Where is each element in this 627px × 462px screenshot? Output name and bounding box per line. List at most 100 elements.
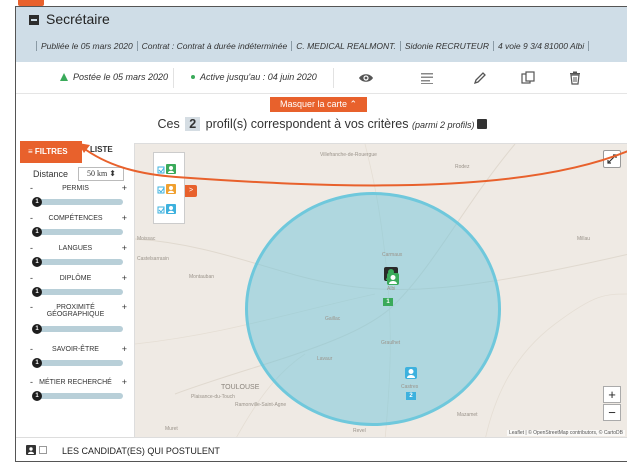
filter-slider-handle[interactable]: 1 (32, 227, 42, 237)
collapse-icon[interactable] (29, 15, 39, 25)
divider (333, 68, 334, 88)
active-until: Active jusqu'au : 04 juin 2020 (191, 72, 317, 82)
map-place: Albi (387, 286, 396, 292)
filter-slider-handle[interactable]: 1 (32, 287, 42, 297)
zoom-in-button[interactable]: + (603, 386, 621, 403)
action-row: Postée le 05 mars 2020 Active jusqu'au :… (16, 62, 627, 94)
map-place: Castres (401, 384, 419, 390)
filter-label: DIPLÔME (59, 275, 92, 282)
map-place: Millau (577, 236, 591, 242)
meta-company: C. MEDICAL REALMONT. (292, 41, 401, 51)
filter-slider-track[interactable] (34, 289, 123, 295)
map-place: Revel (353, 428, 366, 434)
filter-label: COMPÉTENCES (48, 215, 103, 222)
filter-tabs: ≡ FILTRES LISTE (20, 141, 131, 163)
map-place: Moissac (137, 236, 156, 242)
filter-label: PROXIMITÉ GÉOGRAPHIQUE (46, 304, 105, 318)
pin-badge: 1 (383, 298, 393, 306)
map-place: Mazamet (457, 412, 478, 418)
filter-slider-handle[interactable]: 1 (32, 391, 42, 401)
filter-slider-track[interactable] (34, 229, 123, 235)
candidates-checkbox[interactable] (39, 446, 47, 454)
posted-text: Postée le 05 mars 2020 (73, 72, 169, 82)
filter-plus[interactable]: + (122, 273, 127, 283)
filter-slider-track[interactable] (34, 360, 123, 366)
filter-plus[interactable]: + (122, 243, 127, 253)
pencil-icon[interactable] (472, 70, 488, 86)
map-place: Muret (165, 426, 178, 432)
meta-published: Publiée le 05 mars 2020 (36, 41, 138, 51)
filter-slider-track[interactable] (34, 393, 123, 399)
map-legend (153, 152, 185, 224)
filter-slider-handle[interactable]: 1 (32, 324, 42, 334)
meta-address: 4 voie 9 3/4 81000 Albi (493, 41, 590, 51)
posted-date: Postée le 05 mars 2020 (60, 72, 168, 82)
results-prefix: Ces (157, 117, 180, 131)
map-attribution[interactable]: Leaflet | © OpenStreetMap contributors, … (507, 430, 625, 436)
fullscreen-button[interactable] (603, 150, 621, 168)
map-place: Lavaur (317, 356, 333, 362)
list-icon[interactable] (419, 70, 435, 86)
map-place: Plaisance-du-Touch (191, 394, 235, 400)
id-card-icon (476, 119, 487, 129)
map-place: Montauban (189, 274, 215, 280)
results-count: 2 (185, 117, 201, 131)
filter-slider-track[interactable] (34, 326, 123, 332)
map-place: Graulhet (381, 340, 401, 346)
legend-toggle-button[interactable]: > (185, 185, 197, 197)
map-place: Rodez (455, 164, 470, 170)
job-title-text: Secrétaire (46, 11, 110, 27)
id-card-icon (26, 445, 36, 455)
eye-icon[interactable] (358, 70, 374, 86)
trash-icon[interactable] (567, 70, 583, 86)
filter-slider-track[interactable] (34, 199, 123, 205)
filter-plus[interactable]: + (122, 183, 127, 193)
zoom-out-button[interactable]: − (603, 404, 621, 421)
map-place: Carmaux (382, 252, 403, 258)
meta-contract: Contrat : Contrat à durée indéterminée (137, 41, 293, 51)
search-radius (245, 192, 501, 426)
filter-slider-handle[interactable]: 1 (32, 358, 42, 368)
distance-select[interactable]: 50 km ⬍ (78, 167, 124, 181)
pin-badge: 2 (406, 392, 416, 400)
results-subtext: (parmi 2 profils) (411, 120, 475, 130)
job-header: Secrétaire Publiée le 05 mars 2020 Contra… (16, 7, 627, 62)
candidate-pin-icon[interactable] (404, 366, 418, 380)
results-suffix: profil(s) correspondent à vos critères (205, 117, 409, 131)
hide-map-button[interactable]: Masquer la carte ⌃ (270, 97, 368, 112)
map-place: Ramonville-Saint-Agne (235, 402, 287, 408)
filter-plus[interactable]: + (122, 344, 127, 354)
filter-label: LANGUES (58, 245, 93, 252)
distance-label: Distance (33, 169, 69, 179)
map-place: Villefranche-de-Rouergue (320, 152, 377, 158)
filter-slider-track[interactable] (34, 259, 123, 265)
filter-plus[interactable]: + (122, 302, 127, 312)
filter-plus[interactable]: + (122, 377, 127, 387)
job-title[interactable]: Secrétaire (29, 11, 110, 27)
filter-plus[interactable]: + (122, 213, 127, 223)
candidate-pin-icon[interactable] (386, 272, 400, 286)
results-summary: Ces 2 profil(s) correspondent à vos crit… (16, 117, 627, 131)
map-place: Gaillac (325, 316, 341, 322)
map-place: TOULOUSE (221, 384, 260, 391)
map-place: Castelsarrasin (137, 256, 169, 262)
filter-label: PERMIS (62, 185, 89, 192)
active-dot-icon (191, 75, 195, 79)
meta-recruiter: Sidonie RECRUTEUR (400, 41, 494, 51)
filter-label: SAVOIR-ÊTRE (52, 346, 99, 353)
map[interactable]: Villefranche-de-Rouergue Rodez Moissac C… (134, 143, 627, 439)
tab-list[interactable]: LISTE (90, 145, 113, 154)
expand-icon (607, 154, 617, 164)
legend-items (157, 164, 176, 214)
filter-slider-handle[interactable]: 1 (32, 197, 42, 207)
up-arrow-icon (60, 73, 68, 81)
filter-label: MÉTIER RECHERCHÉ (39, 379, 112, 386)
duplicate-icon[interactable] (520, 70, 536, 86)
divider (173, 68, 174, 88)
job-meta: Publiée le 05 mars 2020 Contrat : Contrat… (36, 41, 590, 51)
filter-panel: ≡ FILTRES LISTE Distance 50 km ⬍ - PERMIS… (20, 141, 131, 437)
candidates-label[interactable]: LES CANDIDAT(ES) QUI POSTULENT (62, 446, 220, 456)
active-until-text: Active jusqu'au : 04 juin 2020 (200, 72, 317, 82)
filter-slider-handle[interactable]: 1 (32, 257, 42, 267)
tab-filters[interactable]: ≡ FILTRES (20, 141, 82, 163)
